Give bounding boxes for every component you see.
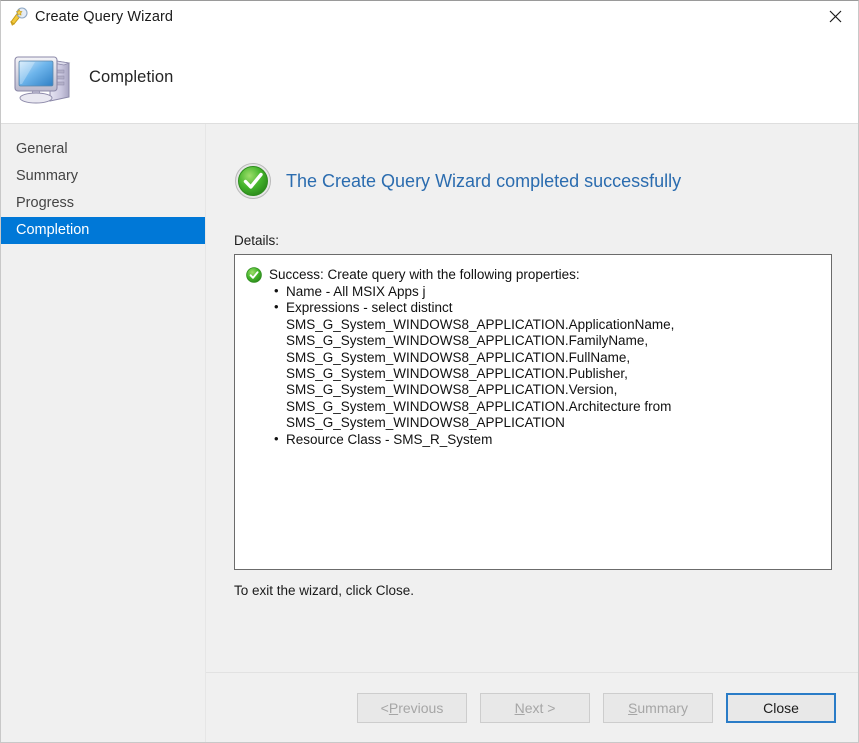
details-status-text: Success: Create query with the following… <box>269 267 580 282</box>
create-query-wizard-dialog: Create Query Wizard Completion General S… <box>0 0 859 743</box>
dialog-footer: < Previous Next > Summary Close <box>206 672 858 742</box>
green-check-circle-icon <box>246 267 262 283</box>
success-banner: The Create Query Wizard completed succes… <box>234 162 832 200</box>
detail-expressions-label: Expressions - select distinct <box>286 300 453 316</box>
expression-line: SMS_G_System_WINDOWS8_APPLICATION.Archit… <box>286 398 672 414</box>
dialog-body: General Summary Progress Completion The … <box>1 124 858 742</box>
green-check-circle-icon <box>234 162 272 200</box>
list-item: Resource Class - SMS_R_System <box>274 431 821 448</box>
details-status-row: Success: Create query with the following… <box>246 266 821 283</box>
details-bullet-list: Name - All MSIX Apps j Expressions - sel… <box>246 283 821 448</box>
computer-monitor-icon <box>13 49 75 107</box>
next-button-label: ext > <box>524 699 556 716</box>
detail-resource-class: Resource Class - SMS_R_System <box>286 431 493 447</box>
sidebar-item-summary[interactable]: Summary <box>1 163 205 190</box>
window-title: Create Query Wizard <box>35 8 174 25</box>
summary-button-label: ummary <box>637 699 688 716</box>
sidebar-item-completion[interactable]: Completion <box>1 217 205 244</box>
expression-line: SMS_G_System_WINDOWS8_APPLICATION.FullNa… <box>286 349 631 365</box>
wizard-step-sidebar: General Summary Progress Completion <box>1 124 206 742</box>
content-main: The Create Query Wizard completed succes… <box>206 124 858 672</box>
sidebar-item-general[interactable]: General <box>1 136 205 163</box>
success-heading: The Create Query Wizard completed succes… <box>286 170 682 191</box>
details-label: Details: <box>234 233 280 248</box>
expression-line: SMS_G_System_WINDOWS8_APPLICATION <box>286 415 565 431</box>
previous-button-label: revious <box>398 699 444 716</box>
sidebar-item-progress[interactable]: Progress <box>1 190 205 217</box>
expression-line: SMS_G_System_WINDOWS8_APPLICATION.Applic… <box>286 316 675 332</box>
detail-name: Name - All MSIX Apps j <box>286 284 426 299</box>
previous-button[interactable]: < Previous <box>357 692 467 723</box>
title-bar: Create Query Wizard <box>1 1 858 32</box>
wizard-header: Completion <box>1 32 858 124</box>
list-item: Name - All MSIX Apps j <box>274 283 821 300</box>
exit-instruction: To exit the wizard, click Close. <box>234 583 415 598</box>
list-item: Expressions - select distinct SMS_G_Syst… <box>274 299 821 432</box>
expression-lines: SMS_G_System_WINDOWS8_APPLICATION.Applic… <box>286 317 821 432</box>
page-title: Completion <box>89 68 174 86</box>
next-button[interactable]: Next > <box>480 692 590 723</box>
details-box[interactable]: Success: Create query with the following… <box>234 254 832 570</box>
close-button[interactable]: Close <box>726 692 836 723</box>
summary-button[interactable]: Summary <box>603 692 713 723</box>
wizard-wand-icon <box>7 6 29 28</box>
expression-line: SMS_G_System_WINDOWS8_APPLICATION.Publis… <box>286 366 628 382</box>
expression-line: SMS_G_System_WINDOWS8_APPLICATION.Versio… <box>286 382 618 398</box>
close-icon[interactable] <box>812 1 858 32</box>
content-pane: The Create Query Wizard completed succes… <box>206 124 858 742</box>
expression-line: SMS_G_System_WINDOWS8_APPLICATION.Family… <box>286 333 649 349</box>
